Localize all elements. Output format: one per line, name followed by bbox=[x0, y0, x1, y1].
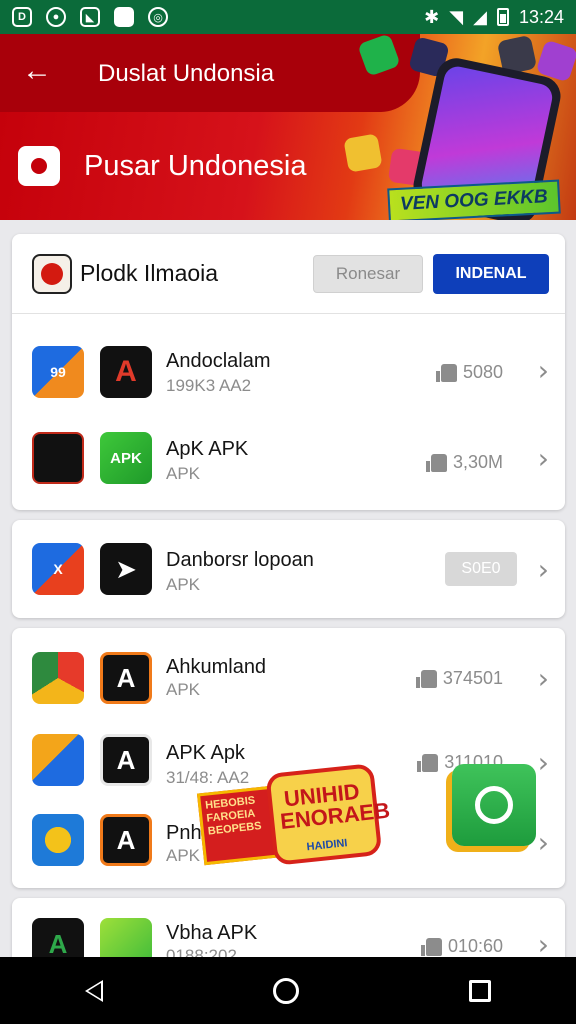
chevron-right-icon[interactable]: › bbox=[538, 662, 549, 695]
app-icon: X bbox=[32, 543, 84, 595]
primary-button[interactable]: INDENAL bbox=[433, 253, 549, 294]
bluetooth-icon: ✱ bbox=[424, 6, 440, 27]
download-count: 010:60 bbox=[447, 936, 503, 956]
wifi-icon: ◥ bbox=[449, 6, 464, 27]
card-header: Plodk Ilmaoia Ronesar INDENAL bbox=[12, 234, 565, 314]
floating-action-button[interactable] bbox=[452, 764, 536, 846]
brand-logo bbox=[18, 146, 60, 186]
app-name: Andoclalam bbox=[166, 350, 271, 372]
app-downloads: 010:60 bbox=[420, 936, 503, 957]
status-bar: D ● ◣ ◎ ✱ ◥ ◢ 13:24 bbox=[0, 0, 576, 34]
app-icon: ➤ bbox=[100, 543, 152, 595]
card-title: Plodk Ilmaoia bbox=[80, 260, 219, 286]
app-subtitle: APK bbox=[166, 575, 201, 594]
app-name: ApK APK bbox=[166, 438, 249, 460]
app-subtitle: 199K3 AA2 bbox=[166, 376, 252, 395]
app-subtitle: APK bbox=[166, 846, 201, 865]
app-subtitle: APK bbox=[166, 680, 201, 699]
thumbs-up-icon bbox=[425, 453, 447, 472]
download-count: 374501 bbox=[442, 668, 503, 688]
camera-icon: ◎ bbox=[148, 7, 168, 27]
file-icon bbox=[114, 7, 134, 27]
app-subtitle: APK bbox=[166, 464, 201, 483]
list-item[interactable]: APK ApK APK APK 3,30M › bbox=[12, 416, 565, 504]
thumbs-up-icon bbox=[435, 363, 457, 382]
sticker-tag: HAIDINI bbox=[306, 837, 349, 854]
home-icon[interactable] bbox=[273, 977, 299, 1004]
list-item[interactable]: X ➤ Danborsr lopoan APK S0E0 › bbox=[12, 525, 565, 613]
single-app-card: X ➤ Danborsr lopoan APK S0E0 › bbox=[12, 520, 565, 618]
app-icon bbox=[32, 814, 84, 866]
app-icon: A bbox=[100, 346, 152, 398]
chevron-right-icon[interactable]: › bbox=[538, 826, 549, 859]
app-name: Vbha APK bbox=[166, 922, 258, 944]
status-time: 13:24 bbox=[518, 6, 564, 27]
thumbs-up-icon bbox=[420, 937, 442, 956]
list-item[interactable]: A Ahkumland APK 374501 › bbox=[12, 632, 565, 720]
download-count: 5080 bbox=[462, 362, 503, 382]
app-name: APK Apk bbox=[166, 742, 245, 764]
chevron-right-icon[interactable]: › bbox=[538, 553, 549, 586]
app-downloads: 374501 bbox=[415, 668, 503, 689]
image-icon: ◣ bbox=[80, 7, 100, 27]
featured-card: Plodk Ilmaoia Ronesar INDENAL 99 A Andoc… bbox=[12, 234, 565, 510]
size-button[interactable]: S0E0 bbox=[445, 552, 517, 586]
recents-icon[interactable] bbox=[469, 979, 491, 1002]
app-downloads: 3,30M bbox=[425, 452, 503, 473]
app-tile-icon bbox=[343, 133, 383, 173]
download-count: 3,30M bbox=[452, 452, 503, 472]
app-icon: APK bbox=[100, 432, 152, 484]
sticker-main-label: UNIHID ENORAEB HAIDINI bbox=[265, 763, 391, 866]
page-title: Duslat Undonsia bbox=[98, 60, 275, 87]
publisher-logo bbox=[32, 253, 72, 294]
app-icon: A bbox=[100, 814, 152, 866]
signal-icon: ◢ bbox=[473, 6, 487, 27]
chevron-right-icon[interactable]: › bbox=[538, 746, 549, 779]
thumbs-up-icon bbox=[417, 753, 439, 772]
app-icon: A bbox=[100, 652, 152, 704]
page-subtitle: Pusar Undonesia bbox=[84, 150, 307, 182]
promo-sticker[interactable]: HEBOBIS FAROEIA BEOPEBS UNIHID ENORAEB H… bbox=[195, 759, 391, 877]
secondary-button[interactable]: Ronesar bbox=[313, 254, 423, 293]
sticker-main-text: UNIHID ENORAEB bbox=[279, 778, 392, 834]
chevron-right-icon[interactable]: › bbox=[538, 442, 549, 475]
app-icon bbox=[32, 652, 84, 704]
notification-d-icon: D bbox=[12, 7, 32, 27]
header-banner: ← Duslat Undonsia Pusar Undonesia VEN OO… bbox=[0, 34, 576, 220]
app-icon bbox=[32, 734, 84, 786]
refresh-icon bbox=[475, 786, 513, 824]
app-downloads: 5080 bbox=[435, 362, 503, 383]
app-name: Ahkumland bbox=[166, 656, 267, 678]
back-arrow-icon[interactable]: ← bbox=[22, 54, 56, 88]
app-name: Danborsr lopoan bbox=[166, 549, 314, 571]
navigation-bar bbox=[0, 957, 576, 1024]
record-icon: ● bbox=[46, 7, 66, 27]
app-name: Pnh bbox=[166, 822, 202, 844]
app-icon bbox=[32, 432, 84, 484]
battery-icon bbox=[496, 8, 509, 26]
thumbs-up-icon bbox=[415, 669, 437, 688]
chevron-right-icon[interactable]: › bbox=[538, 354, 549, 387]
back-icon[interactable] bbox=[85, 979, 103, 1002]
app-icon: A bbox=[100, 734, 152, 786]
list-item[interactable]: 99 A Andoclalam 199K3 AA2 5080 › bbox=[12, 328, 565, 416]
app-icon: 99 bbox=[32, 346, 84, 398]
